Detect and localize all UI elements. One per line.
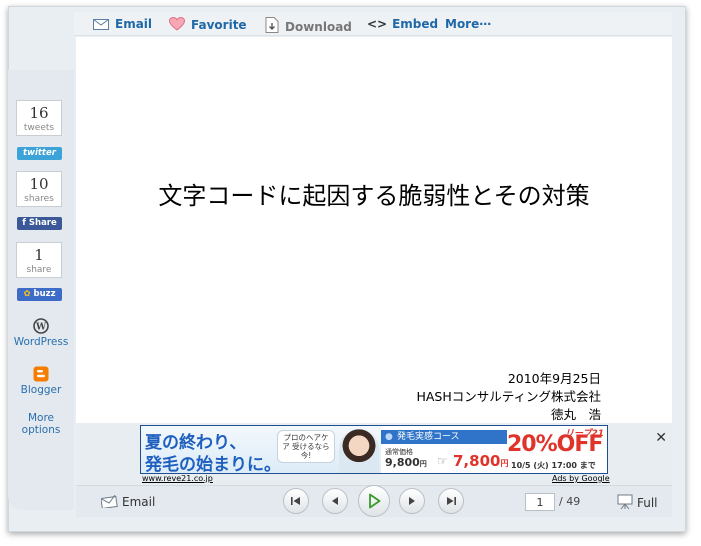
first-slide-button[interactable] bbox=[283, 488, 309, 514]
buzz-count-number: 1 bbox=[34, 246, 44, 264]
next-icon bbox=[409, 497, 415, 505]
ad-discount: 20%OFF bbox=[507, 432, 603, 457]
ad-right-panel: ● 発毛実感コース 通常価格 9,800円 ☞ 7,800円 リーブ21 20%O… bbox=[381, 426, 607, 473]
ad-drop-icon: ● bbox=[385, 432, 393, 442]
ad-bar: 夏の終わり、 発毛の始まりに。 プロのヘアケア 受けるなら今! ● 発毛実感コース… bbox=[76, 423, 672, 485]
buzz-count: 1 share bbox=[16, 242, 62, 278]
ad-headline-2: 発毛の始まりに。 bbox=[145, 455, 281, 474]
code-icon: <> bbox=[367, 17, 388, 31]
next-slide-button[interactable] bbox=[399, 488, 425, 514]
buzz-button[interactable]: ✿ buzz bbox=[17, 288, 62, 301]
wordpress-link[interactable]: W WordPress bbox=[8, 318, 74, 348]
buzz-button-label: buzz bbox=[33, 289, 56, 299]
advertisement-banner[interactable]: 夏の終わり、 発毛の始まりに。 プロのヘアケア 受けるなら今! ● 発毛実感コース… bbox=[140, 425, 608, 474]
wordpress-label: WordPress bbox=[13, 336, 69, 348]
slide-date: 2010年9月25日 bbox=[507, 371, 601, 386]
mail-icon bbox=[100, 494, 118, 510]
close-icon[interactable]: ✕ bbox=[655, 430, 667, 446]
download-icon bbox=[265, 17, 279, 33]
more-button[interactable]: More⋯ bbox=[445, 17, 491, 31]
favorite-label: Favorite bbox=[191, 18, 247, 32]
previous-slide-button[interactable] bbox=[322, 488, 348, 514]
ad-old-price-yen: 円 bbox=[419, 460, 427, 468]
tweet-count-number: 16 bbox=[29, 104, 49, 122]
ad-site-url[interactable]: www.reve21.co.jp bbox=[142, 474, 213, 483]
more-label: More⋯ bbox=[445, 17, 492, 31]
download-label: Download bbox=[285, 20, 352, 34]
ad-deadline: 10/5 (火) 17:00 まで bbox=[511, 461, 596, 470]
mail-icon bbox=[93, 19, 109, 30]
ad-old-price-value: 9,800 bbox=[385, 456, 420, 469]
blogger-label: Blogger bbox=[20, 384, 62, 396]
footer-email-label: Email bbox=[122, 495, 156, 509]
fullscreen-icon bbox=[617, 494, 633, 510]
ad-speech-bubble: プロのヘアケア 受けるなら今! bbox=[277, 430, 335, 463]
fullscreen-button[interactable]: Full bbox=[617, 494, 658, 510]
twitter-button[interactable]: twitter bbox=[17, 147, 62, 160]
ad-model-photo bbox=[339, 429, 379, 473]
ad-new-price-yen: 円 bbox=[500, 459, 509, 468]
page-number-input[interactable] bbox=[525, 493, 555, 511]
email-button[interactable]: Email bbox=[93, 17, 152, 31]
facebook-share-label: shares bbox=[24, 194, 54, 204]
prev-icon bbox=[332, 497, 338, 505]
facebook-share-button[interactable]: f Share bbox=[17, 217, 62, 230]
ad-course-label: 発毛実感コース bbox=[397, 432, 460, 442]
blogger-icon bbox=[33, 366, 49, 382]
wordpress-icon: W bbox=[33, 318, 49, 334]
favorite-button[interactable]: Favorite bbox=[169, 17, 247, 32]
embed-button[interactable]: <> Embed bbox=[367, 17, 438, 31]
first-icon bbox=[291, 497, 300, 505]
last-icon bbox=[447, 497, 456, 505]
last-slide-button[interactable] bbox=[438, 488, 464, 514]
fullscreen-label: Full bbox=[637, 496, 658, 510]
bottom-controls: Email / 49 Full bbox=[76, 485, 672, 517]
heart-icon bbox=[169, 17, 185, 31]
top-toolbar: Email Favorite Download <> Embed More⋯ bbox=[74, 12, 672, 36]
buzz-icon: ✿ bbox=[23, 289, 31, 299]
ads-by-google[interactable]: Ads by Google bbox=[552, 474, 610, 483]
page-total: / 49 bbox=[559, 495, 581, 508]
ad-old-price: 9,800円 bbox=[385, 456, 427, 469]
play-icon bbox=[369, 493, 381, 509]
facebook-share-number: 10 bbox=[29, 175, 49, 193]
download-button[interactable]: Download bbox=[265, 17, 352, 34]
email-label: Email bbox=[115, 17, 153, 31]
ad-course-banner: ● 発毛実感コース bbox=[381, 430, 507, 444]
embed-label: Embed bbox=[392, 17, 439, 31]
more-options-line-2: options bbox=[21, 424, 61, 436]
tweet-count: 16 tweets bbox=[16, 100, 62, 136]
more-options-link[interactable]: More options bbox=[8, 412, 74, 436]
footer-email-button[interactable]: Email bbox=[100, 494, 156, 510]
play-button[interactable] bbox=[358, 485, 390, 517]
buzz-count-label: share bbox=[26, 265, 52, 275]
facebook-share-count: 10 shares bbox=[16, 171, 62, 207]
ad-hand-icon: ☞ bbox=[437, 454, 448, 468]
slide-company: HASHコンサルティング株式会社 bbox=[416, 389, 601, 404]
share-sidebar: 16 tweets twitter 10 shares f Share 1 sh… bbox=[8, 70, 74, 510]
ad-left-panel: 夏の終わり、 発毛の始まりに。 プロのヘアケア 受けるなら今! bbox=[141, 426, 381, 473]
svg-text:W: W bbox=[35, 323, 47, 333]
slide-content: 文字コードに起因する脆弱性とその対策 2010年9月25日 HASHコンサルティ… bbox=[76, 37, 672, 423]
tweet-count-label: tweets bbox=[23, 123, 55, 133]
blogger-link[interactable]: Blogger bbox=[8, 366, 74, 396]
slide-author: 徳丸 浩 bbox=[550, 407, 601, 422]
ad-new-price-value: 7,800 bbox=[453, 452, 501, 470]
more-options-line-1: More bbox=[27, 412, 55, 424]
slide-title: 文字コードに起因する脆弱性とその対策 bbox=[158, 182, 590, 210]
ad-new-price: 7,800円 bbox=[453, 452, 508, 470]
